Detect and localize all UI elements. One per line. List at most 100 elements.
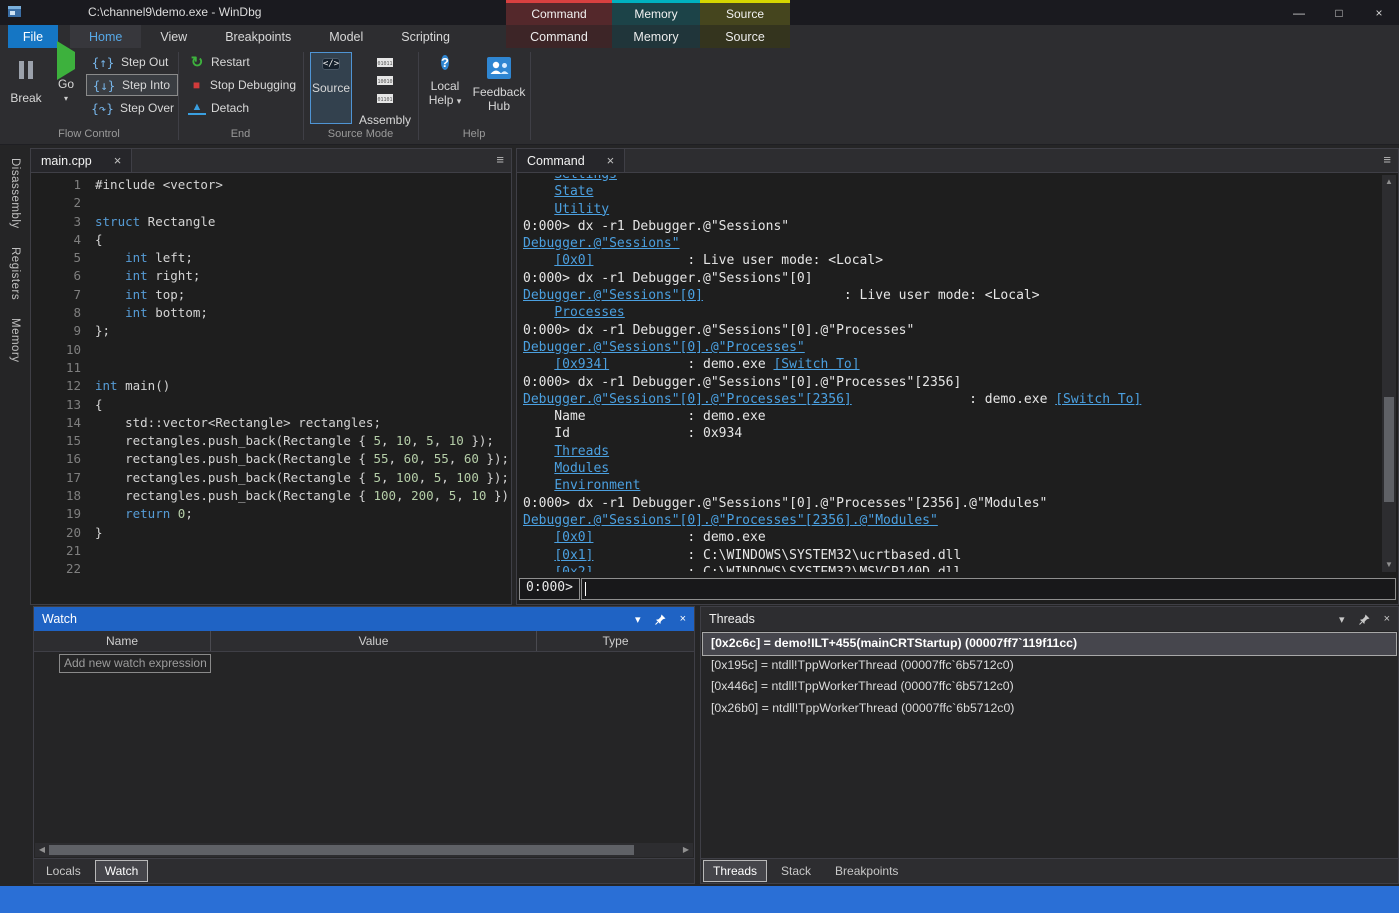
command-line: 0:000> dx -r1 Debugger.@"Sessions"[0].@"… — [523, 322, 1376, 339]
pane-options-icon[interactable]: ≡ — [496, 152, 504, 167]
dml-link[interactable]: Environment — [554, 478, 640, 493]
thread-row[interactable]: [0x195c] = ntdll!TppWorkerThread (00007f… — [703, 655, 1396, 677]
source-mode-button[interactable]: </> Source — [310, 52, 352, 124]
tab-threads[interactable]: Threads — [704, 861, 766, 881]
command-output[interactable]: Settings State Utility 0:000> dx -r1 Debu… — [523, 175, 1376, 572]
go-button[interactable]: Go ▾ — [48, 52, 84, 103]
pin-icon[interactable] — [655, 614, 666, 625]
watch-titlebar[interactable]: Watch ▾ × — [34, 607, 694, 631]
side-tab-disassembly[interactable]: Disassembly — [9, 150, 21, 237]
dml-link[interactable]: Debugger.@"Sessions"[0].@"Processes" — [523, 340, 805, 355]
command-line: [0x0] : Live user mode: <Local> — [523, 252, 1376, 269]
code-text — [89, 341, 95, 359]
scroll-right-icon[interactable]: ▶ — [679, 843, 693, 857]
tab-locals[interactable]: Locals — [37, 861, 90, 881]
dml-link[interactable]: Debugger.@"Sessions" — [523, 236, 680, 251]
assembly-mode-button[interactable]: 010111001001101 Assembly — [356, 52, 414, 127]
command-line: Name : demo.exe — [523, 408, 1376, 425]
dml-link[interactable]: [0x934] — [554, 357, 609, 372]
dml-link[interactable]: Processes — [554, 305, 624, 320]
tab-breakpoints[interactable]: Breakpoints — [206, 25, 310, 48]
step-over-button[interactable]: {↷} Step Over — [86, 97, 178, 119]
panel-dropdown-icon[interactable]: ▾ — [1339, 613, 1345, 626]
tab-scripting[interactable]: Scripting — [382, 25, 469, 48]
local-help-button[interactable]: ? Local Help ▾ — [423, 52, 467, 108]
dml-link[interactable]: State — [554, 184, 593, 199]
maximize-button[interactable]: □ — [1319, 0, 1359, 25]
code-line: 3struct Rectangle — [31, 213, 511, 231]
step-out-button[interactable]: {↑} Step Out — [86, 51, 178, 73]
command-input[interactable] — [581, 578, 1396, 600]
code-editor[interactable]: 1#include <vector>23struct Rectangle4{5 … — [31, 173, 511, 604]
panel-close-icon[interactable]: × — [680, 613, 686, 625]
detach-button[interactable]: ▲ Detach — [184, 97, 300, 119]
side-tab-memory[interactable]: Memory — [9, 310, 21, 371]
side-tab-registers[interactable]: Registers — [9, 239, 21, 308]
tab-memory[interactable]: Memory — [612, 25, 700, 48]
tab-model[interactable]: Model — [310, 25, 382, 48]
thread-row[interactable]: [0x2c6c] = demo!ILT+455(mainCRTStartup) … — [703, 633, 1396, 655]
tab-command[interactable]: Command — [506, 25, 612, 48]
scroll-left-icon[interactable]: ◀ — [35, 843, 49, 857]
threads-titlebar[interactable]: Threads ▾ × — [701, 607, 1398, 631]
step-into-button[interactable]: {↓} Step Into — [86, 74, 178, 96]
feedback-hub-button[interactable]: Feedback Hub — [470, 52, 528, 113]
pane-options-icon[interactable]: ≡ — [1383, 152, 1391, 167]
restart-button[interactable]: ↻ Restart — [184, 51, 300, 73]
go-dropdown-icon[interactable]: ▾ — [48, 94, 84, 103]
dml-link[interactable]: Debugger.@"Sessions"[0].@"Processes"[235… — [523, 392, 852, 407]
tab-breakpoints[interactable]: Breakpoints — [826, 861, 907, 881]
panel-dropdown-icon[interactable]: ▾ — [635, 613, 641, 626]
dml-link[interactable]: [Switch To] — [1055, 392, 1141, 407]
tab-home[interactable]: Home — [70, 25, 141, 48]
title-bar: C:\channel9\demo.exe - WinDbg CommandMem… — [0, 0, 1399, 25]
watch-column-name[interactable]: Name — [34, 631, 211, 651]
code-text: rectangles.push_back(Rectangle { 5, 100,… — [89, 469, 509, 487]
line-number: 9 — [31, 322, 89, 340]
thread-row[interactable]: [0x446c] = ntdll!TppWorkerThread (00007f… — [703, 676, 1396, 698]
command-text: : Live user mode: <Local> — [593, 253, 883, 268]
code-line: 21 — [31, 542, 511, 560]
tab-view[interactable]: View — [141, 25, 206, 48]
close-tab-icon[interactable]: × — [607, 153, 615, 168]
tab-file[interactable]: File — [8, 25, 58, 48]
dml-link[interactable]: [0x2] — [554, 565, 593, 572]
dml-link[interactable]: Modules — [554, 461, 609, 476]
add-watch-expression-cell[interactable]: Add new watch expression — [59, 654, 211, 673]
dml-link[interactable]: Debugger.@"Sessions"[0] — [523, 288, 703, 303]
break-button[interactable]: Break — [6, 52, 46, 105]
dml-link[interactable]: [Switch To] — [773, 357, 859, 372]
dml-link[interactable]: [0x1] — [554, 548, 593, 563]
dml-link[interactable]: Threads — [554, 444, 609, 459]
stop-debugging-button[interactable]: ■ Stop Debugging — [184, 74, 300, 96]
watch-header: NameValueType — [34, 631, 694, 652]
command-scrollbar[interactable]: ▲ ▼ — [1382, 175, 1396, 572]
dml-link[interactable]: Utility — [554, 202, 609, 217]
tab-watch[interactable]: Watch — [96, 861, 148, 881]
watch-hscrollbar[interactable]: ◀ ▶ — [35, 843, 693, 857]
thread-row[interactable]: [0x26b0] = ntdll!TppWorkerThread (00007f… — [703, 698, 1396, 720]
panel-close-icon[interactable]: × — [1384, 613, 1390, 625]
scroll-down-icon[interactable]: ▼ — [1382, 558, 1396, 572]
watch-column-type[interactable]: Type — [537, 631, 694, 651]
tab-main-cpp[interactable]: main.cpp × — [31, 149, 132, 172]
dml-link[interactable]: [0x0] — [554, 253, 593, 268]
tab-stack[interactable]: Stack — [772, 861, 820, 881]
scrollbar-thumb[interactable] — [1384, 397, 1394, 502]
close-button[interactable]: × — [1359, 0, 1399, 25]
watch-column-value[interactable]: Value — [211, 631, 537, 651]
close-tab-icon[interactable]: × — [114, 153, 122, 168]
dml-link[interactable]: Debugger.@"Sessions"[0].@"Processes"[235… — [523, 513, 938, 528]
pin-icon[interactable] — [1359, 614, 1370, 625]
line-number: 18 — [31, 487, 89, 505]
tab-command[interactable]: Command × — [517, 149, 625, 172]
dml-link[interactable]: Settings — [554, 175, 617, 182]
tab-source[interactable]: Source — [700, 25, 790, 48]
scrollbar-thumb[interactable] — [49, 845, 634, 855]
code-line: 5 int left; — [31, 249, 511, 267]
minimize-button[interactable]: — — [1279, 0, 1319, 25]
line-number: 11 — [31, 359, 89, 377]
dml-link[interactable]: [0x0] — [554, 530, 593, 545]
scroll-up-icon[interactable]: ▲ — [1382, 175, 1396, 189]
group-separator — [530, 52, 531, 140]
